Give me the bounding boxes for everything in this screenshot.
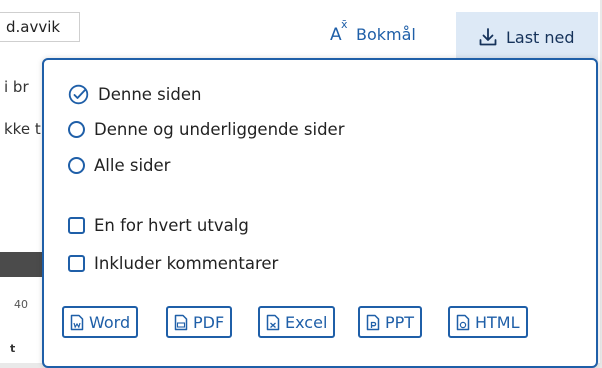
scope-option-label: Alle sider	[94, 156, 171, 175]
checkbox-icon	[68, 217, 85, 234]
background-chart-bar	[0, 252, 42, 277]
background-label: t	[10, 342, 16, 355]
download-options-panel: Denne siden Denne og underliggende sider…	[42, 58, 598, 368]
radio-icon	[68, 157, 85, 174]
checkbox-label: En for hvert utvalg	[94, 216, 249, 235]
export-word-button[interactable]: Word	[62, 306, 139, 338]
export-format-label: PPT	[385, 312, 415, 332]
radio-icon	[68, 121, 85, 138]
translate-icon: Ax̄	[330, 18, 348, 45]
export-format-label: Excel	[285, 312, 328, 332]
export-format-label: Word	[89, 312, 131, 332]
filter-chip[interactable]: d.avvik	[0, 12, 80, 42]
background-text: kke t	[4, 120, 41, 138]
export-format-label: PDF	[193, 312, 225, 332]
pdf-file-icon	[174, 314, 188, 330]
scope-option-label: Denne siden	[98, 85, 202, 104]
export-pdf-button[interactable]: PDF	[166, 306, 233, 338]
background-text: i br	[4, 78, 29, 96]
word-file-icon	[70, 314, 84, 330]
scope-option-this-and-subpages[interactable]: Denne og underliggende sider	[68, 120, 345, 139]
checkbox-icon	[68, 255, 85, 272]
export-ppt-button[interactable]: PPT	[358, 306, 423, 338]
export-format-label: HTML	[475, 312, 520, 332]
language-button[interactable]: Ax̄ Bokmål	[330, 14, 416, 54]
ppt-file-icon	[366, 314, 380, 330]
download-button[interactable]: Last ned	[456, 12, 598, 62]
background-axis-tick: 40	[14, 298, 28, 311]
export-excel-button[interactable]: Excel	[258, 306, 336, 338]
scope-option-label: Denne og underliggende sider	[94, 120, 345, 139]
download-icon	[479, 28, 497, 46]
checkbox-include-comments[interactable]: Inkluder kommentarer	[68, 254, 278, 273]
checked-circle-icon	[68, 84, 89, 105]
scope-option-this-page[interactable]: Denne siden	[68, 84, 201, 105]
checkbox-label: Inkluder kommentarer	[94, 254, 279, 273]
language-label: Bokmål	[356, 24, 416, 44]
download-label: Last ned	[506, 27, 575, 47]
export-html-button[interactable]: HTML	[448, 306, 528, 338]
scope-option-all-pages[interactable]: Alle sider	[68, 156, 170, 175]
html-file-icon	[456, 314, 470, 330]
excel-file-icon	[266, 314, 280, 330]
checkbox-one-per-selection[interactable]: En for hvert utvalg	[68, 216, 249, 235]
